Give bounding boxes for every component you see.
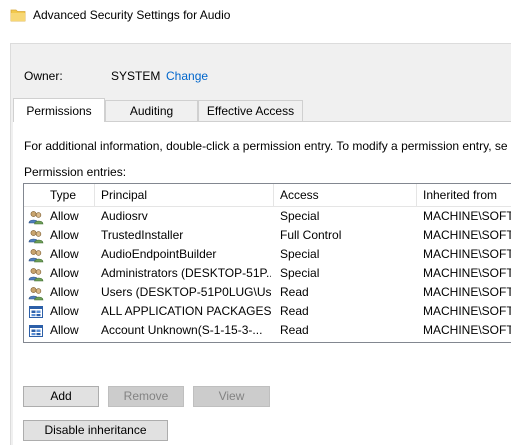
cell-type: Allow: [50, 228, 79, 242]
cell-inherited-from: MACHINE\SOFTW: [423, 228, 511, 242]
change-owner-link[interactable]: Change: [166, 69, 208, 83]
app-packages-icon: [28, 323, 44, 339]
add-button[interactable]: Add: [23, 386, 99, 407]
window-title: Advanced Security Settings for Audio: [33, 8, 231, 22]
owner-label: Owner:: [24, 69, 63, 83]
cell-access: Read: [280, 304, 309, 318]
cell-access: Read: [280, 323, 309, 337]
table-row[interactable]: Allow ALL APPLICATION PACKAGES Read MACHINE…: [24, 302, 511, 321]
cell-type: Allow: [50, 304, 79, 318]
table-row[interactable]: Allow Users (DESKTOP-51P0LUG\Us... Read MAC…: [24, 283, 511, 302]
title-bar: Advanced Security Settings for Audio: [0, 0, 511, 31]
column-header-inherited-from[interactable]: Inherited from: [417, 184, 511, 206]
cell-principal: Audiosrv: [101, 209, 148, 223]
cell-type: Allow: [50, 323, 79, 337]
cell-inherited-from: MACHINE\SOFTW: [423, 285, 511, 299]
users-icon: [28, 209, 44, 225]
column-header-access[interactable]: Access: [274, 184, 417, 206]
folder-icon: [10, 9, 26, 22]
app-packages-icon: [28, 304, 44, 320]
owner-value: SYSTEM: [111, 69, 161, 83]
table-row[interactable]: Allow AudioEndpointBuilder Special MACHINE\…: [24, 245, 511, 264]
cell-access: Full Control: [280, 228, 342, 242]
permission-entries-label: Permission entries:: [24, 165, 127, 179]
cell-inherited-from: MACHINE\SOFTW: [423, 323, 511, 337]
permission-entries-list[interactable]: Type Principal Access Inherited from All…: [23, 183, 511, 343]
list-header: Type Principal Access Inherited from: [24, 184, 511, 207]
cell-principal: ALL APPLICATION PACKAGES: [101, 304, 271, 318]
cell-access: Read: [280, 285, 309, 299]
tab-effective-access[interactable]: Effective Access: [198, 100, 303, 121]
info-text: For additional information, double-click…: [24, 139, 508, 153]
cell-principal: Users (DESKTOP-51P0LUG\Us...: [101, 285, 271, 299]
users-icon: [28, 285, 44, 301]
cell-type: Allow: [50, 285, 79, 299]
users-icon: [28, 228, 44, 244]
cell-type: Allow: [50, 209, 79, 223]
users-icon: [28, 247, 44, 263]
column-header-principal[interactable]: Principal: [95, 184, 274, 206]
cell-inherited-from: MACHINE\SOFTW: [423, 266, 511, 280]
cell-inherited-from: MACHINE\SOFTW: [423, 209, 511, 223]
cell-principal: Administrators (DESKTOP-51P...: [101, 266, 271, 280]
cell-principal: AudioEndpointBuilder: [101, 247, 217, 261]
dialog-body: Owner: SYSTEM Change Permissions Auditin…: [10, 43, 511, 445]
cell-principal: Account Unknown(S-1-15-3-...: [101, 323, 263, 337]
column-header-type[interactable]: Type: [44, 184, 95, 206]
tab-permissions[interactable]: Permissions: [13, 98, 105, 122]
table-row[interactable]: Allow Audiosrv Special MACHINE\SOFTW: [24, 207, 511, 226]
disable-inheritance-button[interactable]: Disable inheritance: [23, 420, 168, 441]
table-row[interactable]: Allow TrustedInstaller Full Control MACHINE…: [24, 226, 511, 245]
cell-inherited-from: MACHINE\SOFTW: [423, 304, 511, 318]
cell-type: Allow: [50, 266, 79, 280]
cell-access: Special: [280, 209, 320, 223]
table-row[interactable]: Allow Administrators (DESKTOP-51P... Speci…: [24, 264, 511, 283]
table-row[interactable]: Allow Account Unknown(S-1-15-3-... Read MAC…: [24, 321, 511, 340]
cell-principal: TrustedInstaller: [101, 228, 184, 242]
cell-type: Allow: [50, 247, 79, 261]
cell-access: Special: [280, 266, 320, 280]
view-button[interactable]: View: [193, 386, 270, 407]
remove-button[interactable]: Remove: [108, 386, 184, 407]
tab-auditing[interactable]: Auditing: [105, 100, 198, 121]
cell-inherited-from: MACHINE\SOFTW: [423, 247, 511, 261]
cell-access: Special: [280, 247, 320, 261]
users-icon: [28, 266, 44, 282]
